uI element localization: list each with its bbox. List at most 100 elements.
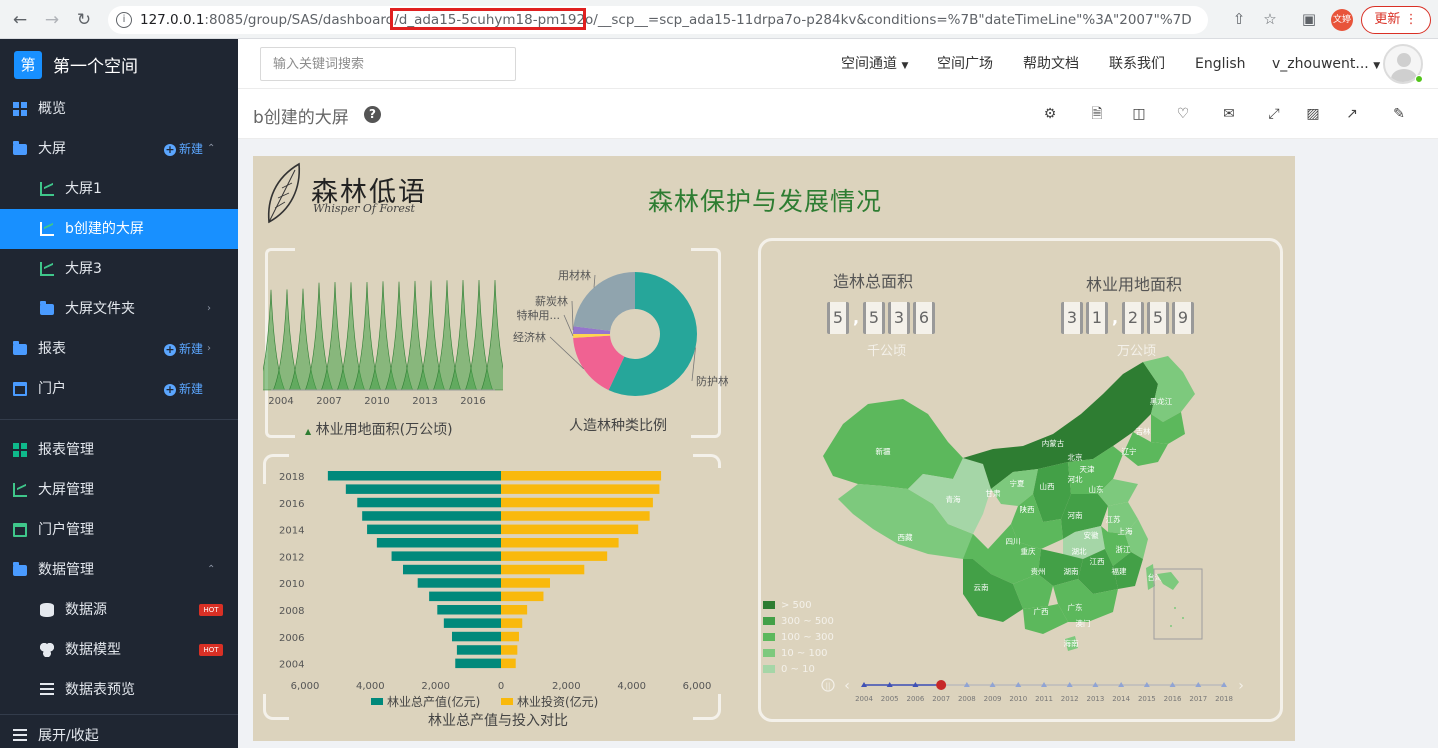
line-chart-icon <box>13 483 27 497</box>
timeline-current-marker[interactable] <box>936 680 947 690</box>
export-pdf-icon[interactable]: 🗎 <box>1088 105 1106 123</box>
bar-investment <box>501 631 519 642</box>
map-legend-item[interactable]: > 500 <box>763 600 812 614</box>
sidebar-item-overview[interactable]: 概览 <box>0 89 238 129</box>
province-label: 北京 <box>1068 452 1084 462</box>
address-bar[interactable]: i 127.0.0.1:8085/group/SAS/dashboard/d_a… <box>108 6 1208 34</box>
sidebar-item-label: 大屏3 <box>65 261 102 277</box>
province-label: 山东 <box>1089 484 1105 494</box>
user-settings-icon[interactable]: ⚙ <box>1041 105 1059 123</box>
url-text: 127.0.0.1:8085/group/SAS/dashboard/d_ada… <box>140 12 1192 28</box>
new-portal-link[interactable]: + 新建 <box>164 369 203 409</box>
hash-highlight-box <box>390 8 586 30</box>
timeline-year-label: 2008 <box>958 695 976 703</box>
chevron-up-icon[interactable]: ⌃ <box>207 129 215 169</box>
province-label: 甘肃 <box>986 488 1001 498</box>
legend-label: 100 ~ 300 <box>781 632 834 643</box>
user-menu[interactable]: v_zhouwent... ▼ <box>1272 39 1380 91</box>
search-input[interactable] <box>260 47 516 81</box>
timeline-next-icon[interactable]: › <box>1238 678 1244 694</box>
bar-x-tick-label: 6,000 <box>683 681 712 692</box>
side-panel-icon[interactable]: ▣ <box>1298 8 1320 30</box>
bar-output <box>403 564 501 575</box>
sidebar-item-report-management[interactable]: 报表管理 <box>0 430 238 470</box>
sidebar-item-b-screen[interactable]: b创建的大屏 <box>0 209 238 249</box>
map-legend-item[interactable]: 300 ~ 500 <box>763 616 834 630</box>
legend-swatch <box>763 617 775 625</box>
bar-investment <box>501 497 653 508</box>
counter-digit: 5 <box>863 302 885 334</box>
favorite-heart-icon[interactable]: ♡ <box>1174 105 1192 123</box>
sidebar-item-screen-1[interactable]: 大屏1 <box>0 169 238 209</box>
counter-digit: 5 <box>1147 302 1169 334</box>
chevron-right-icon[interactable]: › <box>207 289 211 329</box>
sidebar-item-label: 报表管理 <box>38 442 94 458</box>
browser-profile-avatar[interactable]: 文婷 <box>1331 9 1353 31</box>
contact-card-icon[interactable]: ▨ <box>1304 105 1322 123</box>
sidebar-item-data-management[interactable]: 数据管理 ⌃ <box>0 550 238 590</box>
sidebar-item-portal-management[interactable]: 门户管理 <box>0 510 238 550</box>
sidebar-item-label: 门户管理 <box>38 522 94 538</box>
export-excel-icon[interactable]: ◫ <box>1130 105 1148 123</box>
sidebar-item-data-model[interactable]: 数据模型 HOT <box>0 630 238 670</box>
brand[interactable]: 第 第一个空间 <box>0 39 238 89</box>
sidebar-item-screen-management[interactable]: 大屏管理 <box>0 470 238 510</box>
nav-help-docs[interactable]: 帮助文档 <box>1023 39 1079 89</box>
year-timeline[interactable]: || ‹ › 2004 2005 2006 2007 2008 2009 2010 2011 2012… <box>818 673 1258 707</box>
sidebar-item-screens[interactable]: 大屏 + 新建 ⌃ <box>0 129 238 169</box>
share-out-icon[interactable]: ↗ <box>1343 105 1361 123</box>
sidebar-item-screen-folder[interactable]: 大屏文件夹 › <box>0 289 238 329</box>
bar-x-tick-label: 2,000 <box>421 681 450 692</box>
browser-update-button[interactable]: 更新 ⋮ <box>1361 6 1431 34</box>
sidebar-item-label: 大屏 <box>38 141 66 157</box>
sidebar-item-label: 展开/收起 <box>38 728 99 744</box>
dashboard-canvas: 森林低语 Whisper Of Forest 森林保护与发展情况 2004 200… <box>253 156 1295 741</box>
afforestation-total-counter: 5,536 <box>827 302 935 334</box>
pie-slice-label: 用材林 <box>558 268 591 282</box>
province-label: 上海 <box>1118 526 1134 536</box>
edit-pencil-icon[interactable]: ✎ <box>1390 105 1408 123</box>
help-icon[interactable]: ? <box>364 106 381 123</box>
legend-swatch <box>763 601 775 609</box>
map-legend-item[interactable]: 100 ~ 300 <box>763 632 834 646</box>
bar-y-tick-label: 2008 <box>279 606 304 617</box>
site-info-icon[interactable]: i <box>116 12 132 28</box>
mail-icon[interactable]: ✉ <box>1220 105 1238 123</box>
area-x-tick-label: 2004 <box>268 396 293 407</box>
sidebar-item-table-preview[interactable]: 数据表预览 <box>0 670 238 710</box>
chevron-right-icon[interactable]: › <box>207 329 211 369</box>
bar-y-tick-label: 2018 <box>279 472 304 483</box>
plus-icon: + <box>164 383 176 396</box>
map-legend-item[interactable]: 10 ~ 100 <box>763 648 828 662</box>
province-label: 宁夏 <box>1010 478 1026 488</box>
sidebar-collapse-toggle[interactable]: 展开/收起 <box>0 716 238 748</box>
share-icon[interactable]: ⇧ <box>1228 8 1250 30</box>
reload-icon[interactable]: ↻ <box>72 8 96 32</box>
afforestation-total-label: 造林总面积 <box>833 272 914 291</box>
sidebar-item-reports[interactable]: 报表 + 新建 › <box>0 329 238 369</box>
sidebar-item-screen-3[interactable]: 大屏3 <box>0 249 238 289</box>
south-sea-inset-map <box>1153 568 1203 640</box>
sidebar-item-datasource[interactable]: 数据源 HOT <box>0 590 238 630</box>
fullscreen-icon[interactable]: ⤢ <box>1265 105 1283 123</box>
timeline-prev-icon[interactable]: ‹ <box>844 678 850 694</box>
province-label: 江西 <box>1090 557 1106 566</box>
chevron-up-icon[interactable]: ⌃ <box>207 550 215 590</box>
new-report-link[interactable]: + 新建 <box>164 329 203 369</box>
forward-arrow-icon[interactable]: → <box>40 8 64 32</box>
nav-language[interactable]: English <box>1195 39 1246 89</box>
sidebar-item-portal[interactable]: 门户 + 新建 <box>0 369 238 409</box>
back-arrow-icon[interactable]: ← <box>8 8 32 32</box>
legend-label: 300 ~ 500 <box>781 616 834 627</box>
bar-investment <box>501 524 639 535</box>
map-legend-item[interactable]: 0 ~ 10 <box>763 664 815 678</box>
top-header: 空间通道 ▼ 空间广场 帮助文档 联系我们 English v_zhouwent… <box>238 39 1438 89</box>
nav-space-plaza[interactable]: 空间广场 <box>937 39 993 89</box>
bar-x-tick-label: 6,000 <box>291 681 320 692</box>
province-label: 辽宁 <box>1122 446 1137 456</box>
nav-contact-us[interactable]: 联系我们 <box>1109 39 1165 89</box>
bookmark-star-icon[interactable]: ☆ <box>1259 8 1281 30</box>
new-screen-link[interactable]: + 新建 <box>164 129 203 169</box>
nav-space-channel[interactable]: 空间通道 ▼ <box>841 39 908 91</box>
bar-output <box>429 591 501 602</box>
